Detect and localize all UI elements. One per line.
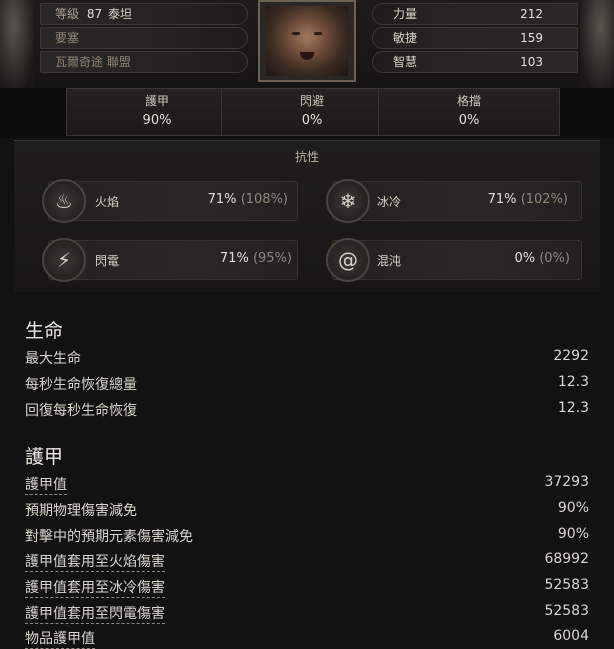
stat-label[interactable]: 護甲值套用至冰冷傷害 [25,577,165,598]
stat-value: 12.3 [557,400,589,416]
resist-max: (95%) [252,251,292,266]
stronghold-label: 要塞 [55,31,80,45]
attribute-value: 103 [520,55,543,69]
attribute-label: 力量 [393,7,418,21]
stat-value: 52583 [544,603,589,619]
section-armor-title: 護甲 [25,446,64,468]
defense-value: 90% [142,113,172,128]
stronghold-row: 要塞 [40,27,248,49]
attribute-value: 159 [520,31,543,45]
statue-right-decoration [580,0,614,88]
stat-value: 68992 [544,551,589,567]
resist-max: (102%) [520,192,568,207]
defense-label: 格擋 [456,94,481,108]
stat-label[interactable]: 對擊中的預期元素傷害減免 [25,526,193,546]
resist-value: 71% [487,192,517,207]
stat-label[interactable]: 回復每秒生命恢復 [25,400,137,420]
defense-dodge: 閃避 0% [221,88,403,136]
lightning-icon: ⚡ [42,238,86,282]
level-label: 等級 [55,7,80,21]
stat-label[interactable]: 每秒生命恢復總量 [25,374,137,394]
stat-label[interactable]: 物品護甲值 [25,628,95,649]
resist-lightning-label: 閃電 [95,254,120,268]
defense-block: 格擋 0% [378,88,560,136]
resist-fire-value: 71% (108%) [138,192,288,207]
fire-icon: ♨ [42,179,86,223]
attribute-value: 212 [520,7,543,21]
defense-label: 閃避 [299,94,324,108]
resist-value: 0% [514,251,536,266]
portrait-mouth [300,52,314,60]
stat-label[interactable]: 護甲值套用至閃電傷害 [25,603,165,624]
resist-value: 71% [207,192,237,207]
guild-row: 瓦爾奇途 聯盟 [40,51,248,73]
attribute-dexterity: 敏捷 159 [372,27,578,49]
stat-label[interactable]: 護甲值 [25,474,67,495]
attribute-label: 智慧 [393,55,418,69]
resist-value: 71% [219,251,249,266]
level-value: 87 [86,7,103,21]
stat-value: 90% [557,526,589,542]
section-life-title: 生命 [25,320,64,342]
attribute-intelligence: 智慧 103 [372,51,578,73]
resist-cold-label: 冰冷 [377,195,402,209]
character-portrait [266,6,348,76]
spiral-icon: @ [326,238,370,282]
defense-value: 0% [301,113,323,128]
statue-left-decoration [0,0,34,88]
guild-label: 瓦爾奇途 聯盟 [55,55,131,69]
character-class: 泰坦 [107,7,132,21]
character-portrait-frame[interactable] [258,0,356,82]
stat-label[interactable]: 預期物理傷害減免 [25,500,137,520]
resist-fire-label: 火焰 [95,195,120,209]
defense-label: 護甲 [144,94,169,108]
defense-value: 0% [458,113,480,128]
resist-max: (0%) [539,251,570,266]
stat-label[interactable]: 護甲值套用至火焰傷害 [25,551,165,572]
resist-chaos-label: 混沌 [377,254,402,268]
resist-chaos-value: 0% (0%) [420,251,570,266]
portrait-eye-right [314,32,322,35]
stat-value: 52583 [544,577,589,593]
resist-cold-value: 71% (102%) [418,192,568,207]
character-level-row: 等級 87 泰坦 [40,3,248,25]
stat-value: 6004 [553,628,589,644]
snowflake-icon: ❄ [326,179,370,223]
stat-value: 37293 [544,474,589,490]
resist-lightning-value: 71% (95%) [142,251,292,266]
stat-label[interactable]: 最大生命 [25,348,81,368]
portrait-eye-left [292,32,300,35]
stat-value: 2292 [553,348,589,364]
resist-max: (108%) [240,192,288,207]
attribute-strength: 力量 212 [372,3,578,25]
stat-value: 90% [557,500,589,516]
resistance-title: 抗性 [294,150,319,164]
attribute-label: 敏捷 [393,31,418,45]
stat-value: 12.3 [557,374,589,390]
